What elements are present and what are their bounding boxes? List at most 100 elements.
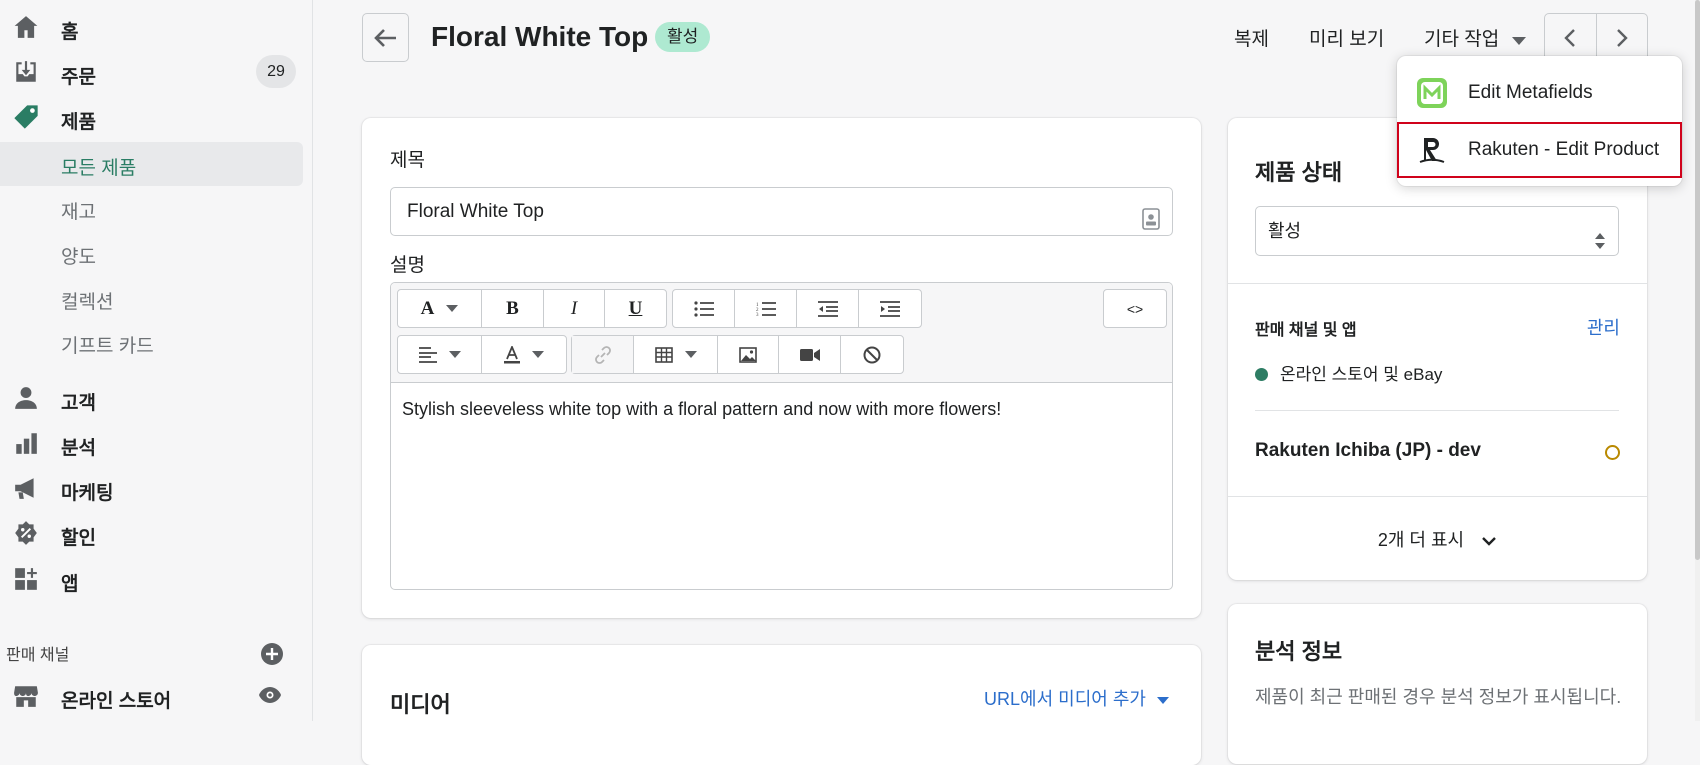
indent-icon: [880, 300, 900, 317]
chevron-down-icon: [1482, 537, 1496, 546]
channel-pending-dot: [1605, 445, 1620, 460]
nav-orders-label: 주문: [61, 67, 96, 88]
eye-icon[interactable]: [259, 687, 281, 708]
menu-item-rakuten-edit-product-label: Rakuten - Edit Product: [1468, 139, 1660, 160]
add-media-from-url-label: URL에서 미디어 추가: [984, 689, 1146, 709]
insert-image-button[interactable]: [718, 336, 779, 373]
discount-icon: [12, 519, 40, 547]
product-pager: [1544, 13, 1648, 62]
clear-formatting-button[interactable]: [841, 336, 903, 373]
show-html-button[interactable]: <>: [1104, 290, 1166, 327]
italic-button[interactable]: I: [544, 290, 605, 327]
numbered-list-icon: 123: [756, 301, 776, 317]
svg-text:3: 3: [756, 313, 759, 317]
nav-apps[interactable]: 앱: [0, 557, 303, 601]
font-style-button[interactable]: A: [398, 290, 482, 327]
next-product-button[interactable]: [1597, 14, 1648, 61]
image-icon: [739, 346, 757, 363]
align-color-group: [397, 335, 567, 374]
back-button[interactable]: [362, 13, 409, 62]
person-icon: [12, 384, 40, 412]
nav-marketing[interactable]: 마케팅: [0, 466, 303, 510]
nav-discounts[interactable]: 할인: [0, 511, 303, 555]
menu-item-edit-metafields[interactable]: Edit Metafields: [1397, 65, 1682, 121]
caret-down-icon: [532, 350, 544, 358]
html-toggle-group: <>: [1103, 289, 1167, 328]
nav-all-products[interactable]: 모든 제품: [0, 142, 303, 186]
insert-video-button[interactable]: [779, 336, 841, 373]
numbered-list-button[interactable]: 123: [735, 290, 797, 327]
underline-button[interactable]: U: [605, 290, 666, 327]
channel-online-store-label: 온라인 스토어 및 eBay: [1280, 365, 1443, 384]
caret-down-icon: [446, 304, 459, 312]
store-icon: [12, 682, 40, 710]
nav-home-label: 홈: [61, 22, 79, 43]
chevron-left-icon: [1564, 28, 1576, 47]
orders-count-badge: 29: [256, 55, 296, 88]
more-actions-button[interactable]: 기타 작업: [1424, 24, 1499, 51]
bold-button[interactable]: B: [482, 290, 544, 327]
duplicate-button[interactable]: 복제: [1234, 24, 1269, 51]
indent-button[interactable]: [859, 290, 921, 327]
tag-icon: [12, 103, 40, 131]
manage-link[interactable]: 관리: [1587, 314, 1620, 340]
sales-channels-heading: 판매 채널: [6, 647, 70, 664]
insert-group: [571, 335, 904, 374]
sidebar: 홈 주문 29 제품 모든 제품 재고 양도 컬렉션 기프트 카드 고객 분석 …: [0, 0, 313, 721]
nav-inventory-label: 재고: [61, 202, 96, 223]
nav-home[interactable]: 홈: [0, 5, 303, 49]
nav-transfers[interactable]: 양도: [0, 231, 303, 275]
preview-button[interactable]: 미리 보기: [1309, 24, 1384, 51]
show-more-button[interactable]: 2개 더 표시: [1228, 526, 1647, 552]
sales-channels-apps-title: 판매 채널 및 앱: [1255, 322, 1357, 339]
title-input[interactable]: Floral White Top: [390, 187, 1173, 236]
nav-analytics-label: 분석: [61, 438, 96, 459]
inbox-download-icon: [12, 58, 40, 86]
analytics-text: 제품이 최근 판매된 경우 분석 정보가 표시됩니다.: [1255, 687, 1622, 707]
nav-products[interactable]: 제품: [0, 95, 303, 139]
menu-item-rakuten-edit-product[interactable]: Rakuten - Edit Product: [1397, 122, 1682, 178]
nav-orders[interactable]: 주문 29: [0, 50, 303, 94]
status-select[interactable]: 활성: [1255, 206, 1619, 256]
nav-products-label: 제품: [61, 112, 96, 133]
scrollbar-thumb[interactable]: [1695, 0, 1700, 560]
caret-down-icon: [1157, 697, 1169, 704]
add-sales-channel-icon[interactable]: [261, 643, 283, 665]
clear-formatting-icon: [863, 346, 881, 363]
insert-table-button[interactable]: [634, 336, 718, 373]
list-indent-group: 123: [672, 289, 922, 328]
align-button[interactable]: [398, 336, 482, 373]
previous-product-button[interactable]: [1545, 14, 1597, 61]
nav-inventory[interactable]: 재고: [0, 186, 303, 230]
nav-transfers-label: 양도: [61, 247, 96, 268]
nav-gift-cards[interactable]: 기프트 카드: [0, 320, 303, 364]
nav-collections[interactable]: 컬렉션: [0, 276, 303, 320]
add-media-from-url-link[interactable]: URL에서 미디어 추가: [984, 685, 1169, 711]
contact-card-icon[interactable]: [1142, 201, 1160, 248]
product-status-card: 제품 상태 활성 판매 채널 및 앱 관리 온라인 스토어 및 eBay Rak…: [1228, 118, 1647, 580]
outdent-button[interactable]: [797, 290, 859, 327]
arrow-left-icon: [373, 28, 396, 47]
caret-down-icon: [448, 350, 461, 358]
megaphone-icon: [12, 474, 40, 502]
bullet-list-icon: [693, 300, 714, 317]
nav-discounts-label: 할인: [61, 528, 96, 549]
bullet-list-button[interactable]: [673, 290, 735, 327]
rich-text-editor: A B I U 123 <> Stylish sleeveless white …: [390, 282, 1173, 590]
nav-analytics[interactable]: 분석: [0, 421, 303, 465]
nav-all-products-label: 모든 제품: [61, 158, 137, 179]
nav-online-store[interactable]: 온라인 스토어: [0, 674, 303, 718]
insert-link-button[interactable]: [572, 336, 634, 373]
editor-toolbar: A B I U 123 <>: [391, 283, 1172, 383]
link-icon: [594, 345, 611, 364]
page-scrollbar[interactable]: [1695, 0, 1700, 721]
description-text[interactable]: Stylish sleeveless white top with a flor…: [402, 399, 1001, 420]
title-input-value: Floral White Top: [407, 201, 544, 222]
description-label: 설명: [390, 255, 425, 276]
nav-collections-label: 컬렉션: [61, 292, 114, 313]
divider: [1228, 283, 1647, 284]
text-color-button[interactable]: [482, 336, 566, 373]
nav-online-store-label: 온라인 스토어: [61, 691, 172, 712]
nav-customers[interactable]: 고객: [0, 376, 303, 420]
more-actions-dropdown: Edit Metafields Rakuten - Edit Product: [1397, 56, 1682, 186]
